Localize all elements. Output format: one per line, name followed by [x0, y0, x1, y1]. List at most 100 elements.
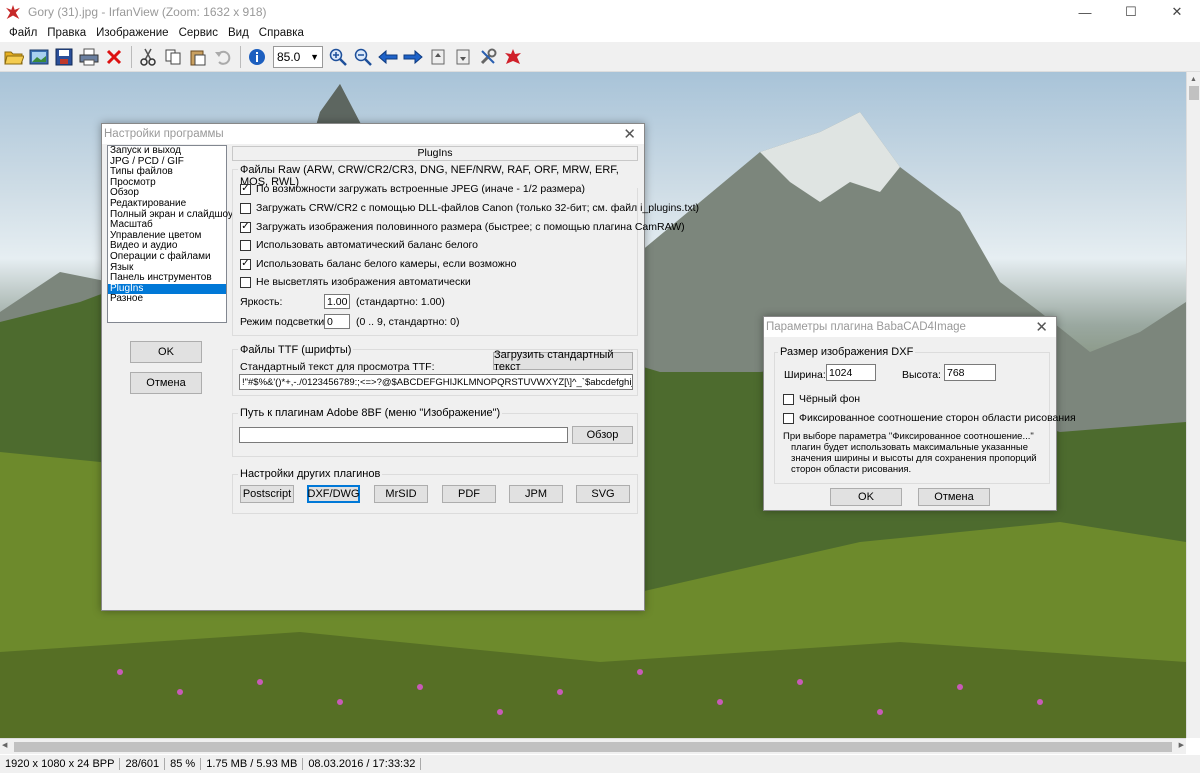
open-icon[interactable]: [2, 45, 26, 69]
irfanview-logo-icon: [6, 5, 20, 19]
menu-view[interactable]: Вид: [228, 27, 249, 39]
settings-dialog-titlebar: Настройки программы ✕: [102, 124, 644, 144]
checkbox-half-size[interactable]: ✓ Загружать изображения половинного разме…: [240, 221, 685, 233]
thumbnails-icon[interactable]: [27, 45, 51, 69]
category-item[interactable]: Запуск и выход: [108, 145, 226, 157]
save-icon[interactable]: [52, 45, 76, 69]
chevron-down-icon: ▼: [310, 51, 319, 62]
checkbox-black-background[interactable]: Чёрный фон: [783, 393, 860, 405]
undo-icon[interactable]: [211, 45, 235, 69]
status-date: 08.03.2016 / 17:33:32: [303, 758, 422, 770]
category-item[interactable]: Редактирование: [108, 198, 226, 210]
status-bar: 1920 x 1080 x 24 BPP 28/601 85 % 1.75 MB…: [0, 755, 1200, 773]
copy-icon[interactable]: [161, 45, 185, 69]
scroll-thumb[interactable]: [14, 742, 1172, 752]
previous-icon[interactable]: [376, 45, 400, 69]
category-item[interactable]: Разное: [108, 294, 226, 305]
dxf-size-group-label: Размер изображения DXF: [778, 346, 916, 358]
scroll-left-icon[interactable]: ◀: [2, 741, 7, 749]
adobe-plugins-group-label: Путь к плагинам Adobe 8BF (меню "Изображ…: [238, 407, 503, 419]
checkbox-auto-white-balance[interactable]: Использовать автоматический баланс белог…: [240, 239, 478, 251]
note-line: При выборе параметра "Фиксированное соот…: [783, 431, 1034, 442]
dxf-dialog-titlebar: Параметры плагина BabaCAD4Image ✕: [764, 317, 1056, 337]
close-icon[interactable]: ✕: [1035, 318, 1048, 336]
menu-bar: Файл Правка Изображение Сервис Вид Справ…: [0, 24, 1200, 42]
zoom-out-icon[interactable]: [351, 45, 375, 69]
zoom-in-icon[interactable]: [326, 45, 350, 69]
width-input[interactable]: 1024: [826, 364, 876, 381]
dxf-note: При выборе параметра "Фиксированное соот…: [783, 431, 1037, 475]
postscript-button[interactable]: Postscript: [240, 485, 294, 503]
status-index: 28/601: [120, 758, 166, 770]
title-bar: Gory (31).jpg - IrfanView (Zoom: 1632 x …: [0, 0, 1200, 24]
note-line: плагин будет использовать максимальные у…: [791, 442, 1029, 453]
close-window-button[interactable]: ✕: [1154, 0, 1200, 24]
checkbox-camera-white-balance[interactable]: ✓ Использовать баланс белого камеры, если…: [240, 258, 516, 270]
menu-image[interactable]: Изображение: [96, 27, 168, 39]
checkbox-box[interactable]: ✓: [240, 221, 251, 233]
scroll-up-icon[interactable]: ▲: [1187, 72, 1200, 86]
checkbox-no-auto-brighten[interactable]: Не высветлять изображения автоматически: [240, 276, 471, 288]
checkbox-box[interactable]: [783, 393, 794, 405]
ok-button[interactable]: OK: [130, 341, 202, 363]
minimize-button[interactable]: —: [1062, 0, 1108, 24]
checkbox-label: По возможности загружать встроенные JPEG…: [256, 183, 585, 195]
settings-icon[interactable]: [476, 45, 500, 69]
irfanview-icon[interactable]: [501, 45, 525, 69]
height-input[interactable]: 768: [944, 364, 996, 381]
category-list[interactable]: Запуск и выход JPG / PCD / GIF Типы файлов…: [107, 145, 233, 323]
checkbox-label: Загружать CRW/CR2 с помощью DLL-файлов C…: [256, 202, 700, 214]
checkbox-label: Фиксированное соотношение сторон области…: [799, 412, 1076, 424]
checkbox-box[interactable]: [240, 276, 251, 288]
cut-icon[interactable]: [136, 45, 160, 69]
tab-plugins[interactable]: PlugIns: [232, 146, 638, 161]
menu-help[interactable]: Справка: [259, 27, 304, 39]
info-icon[interactable]: [245, 45, 269, 69]
pdf-button[interactable]: PDF: [442, 485, 496, 503]
last-page-icon[interactable]: [451, 45, 475, 69]
delete-icon[interactable]: [102, 45, 126, 69]
checkbox-canon-dll[interactable]: Загружать CRW/CR2 с помощью DLL-файлов C…: [240, 202, 699, 214]
checkbox-embedded-jpeg[interactable]: ✓ По возможности загружать встроенные JPE…: [240, 183, 585, 195]
maximize-button[interactable]: ☐: [1108, 0, 1154, 24]
vertical-scrollbar[interactable]: ▲: [1186, 72, 1200, 738]
menu-tools[interactable]: Сервис: [179, 27, 218, 39]
scroll-right-icon[interactable]: ▶: [1179, 741, 1184, 749]
first-page-icon[interactable]: [426, 45, 450, 69]
browse-button[interactable]: Обзор: [572, 426, 633, 444]
checkbox-box[interactable]: [240, 202, 251, 214]
checkbox-box[interactable]: [240, 239, 251, 251]
backlight-input[interactable]: 0: [324, 314, 350, 329]
cancel-button[interactable]: Отмена: [130, 372, 202, 394]
brightness-hint: (стандартно: 1.00): [356, 296, 445, 308]
toolbar: 85.0 ▼: [0, 42, 1200, 72]
dxf-dwg-button[interactable]: DXF/DWG: [307, 485, 360, 503]
height-label: Высота:: [902, 369, 941, 381]
status-dimensions: 1920 x 1080 x 24 BPP: [0, 758, 121, 770]
zoom-select[interactable]: 85.0 ▼: [273, 45, 323, 68]
checkbox-box[interactable]: ✓: [240, 258, 251, 270]
checkbox-fixed-aspect-ratio[interactable]: Фиксированное соотношение сторон области…: [783, 412, 1076, 424]
checkbox-label: Не высветлять изображения автоматически: [256, 276, 471, 288]
adobe-path-input[interactable]: [239, 427, 568, 443]
menu-edit[interactable]: Правка: [47, 27, 86, 39]
dxf-cancel-button[interactable]: Отмена: [918, 488, 990, 506]
status-size: 1.75 MB / 5.93 MB: [201, 758, 304, 770]
load-default-text-button[interactable]: Загрузить стандартный текст: [493, 349, 633, 373]
dxf-ok-button[interactable]: OK: [830, 488, 902, 506]
category-item[interactable]: Операции с файлами: [108, 251, 226, 263]
next-icon[interactable]: [401, 45, 425, 69]
svg-button[interactable]: SVG: [576, 485, 630, 503]
print-icon[interactable]: [77, 45, 101, 69]
horizontal-scrollbar[interactable]: ◀ ▶: [0, 738, 1186, 754]
jpm-button[interactable]: JPM: [509, 485, 563, 503]
ttf-text-input[interactable]: !"#$%&'()*+,-./0123456789:;<=>?@$ABCDEFG…: [239, 374, 633, 390]
zoom-value: 85.0: [277, 49, 301, 64]
brightness-input[interactable]: 1.00: [324, 294, 350, 309]
checkbox-box[interactable]: [783, 412, 794, 424]
mrsid-button[interactable]: MrSID: [374, 485, 428, 503]
menu-file[interactable]: Файл: [9, 27, 37, 39]
close-icon[interactable]: ✕: [623, 125, 636, 143]
paste-icon[interactable]: [186, 45, 210, 69]
checkbox-box[interactable]: ✓: [240, 183, 251, 195]
